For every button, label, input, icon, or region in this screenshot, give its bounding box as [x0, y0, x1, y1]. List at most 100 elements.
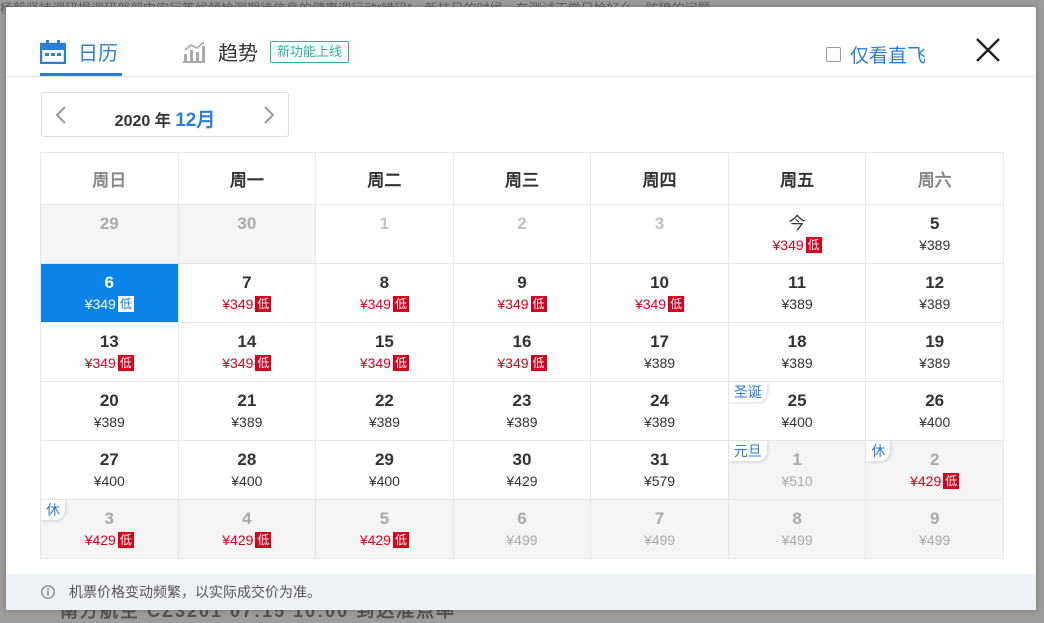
price-disclaimer-text: 机票价格变动频繁，以实际成交价为准。 — [69, 584, 321, 600]
calendar-day-cell: 2 — [452, 204, 592, 264]
calendar-day-cell[interactable]: 8 ¥499 — [727, 499, 867, 559]
calendar-day-cell[interactable]: 6 ¥349 低 — [40, 263, 179, 323]
price-calendar-grid: 周日 周一 周二 周三 周四 周五 周六 29 30 1 2 3 今 ¥349 低 5 ¥389 6 ¥349 低 7… — [40, 152, 1004, 559]
calendar-day-cell[interactable]: 6 ¥499 — [452, 499, 592, 559]
day-number: 28 — [237, 450, 257, 469]
day-price: ¥499 — [729, 531, 866, 549]
calendar-day-cell[interactable]: 24 ¥389 — [590, 381, 729, 441]
calendar-day-cell[interactable]: 22 ¥389 — [315, 381, 454, 441]
price-value: ¥389 — [919, 355, 951, 371]
price-value: ¥499 — [643, 532, 676, 548]
calendar-day-cell[interactable]: 23 ¥389 — [452, 381, 592, 441]
price-value: ¥400 — [781, 414, 813, 430]
weekday-header: 周日 — [40, 152, 179, 205]
month-navigator: 2020 年 12月 — [41, 92, 289, 137]
lowest-price-badge: 低 — [668, 296, 685, 312]
day-price: ¥400 — [729, 413, 866, 431]
close-button[interactable] — [973, 35, 1003, 65]
calendar-day-cell[interactable]: 21 ¥389 — [177, 381, 317, 441]
day-number: 20 — [99, 391, 119, 410]
day-price: ¥400 — [866, 413, 1003, 431]
calendar-day-cell[interactable]: 30 ¥429 — [452, 440, 592, 500]
day-number: 12 — [925, 273, 945, 292]
calendar-day-cell[interactable]: 休 2 ¥429 低 — [865, 440, 1004, 500]
day-number: 7 — [654, 509, 665, 528]
price-calendar-dialog: 日历 趋势 新功能上线 仅看直飞 2020 年 12月 周日 周一 周二 周三 … — [6, 7, 1036, 610]
calendar-day-cell[interactable]: 4 ¥429 低 — [177, 499, 317, 559]
calendar-day-cell[interactable]: 9 ¥499 — [865, 499, 1004, 559]
calendar-day-cell[interactable]: 15 ¥349 低 — [315, 322, 454, 382]
month-title: 2020 年 12月 — [42, 105, 288, 132]
calendar-day-cell[interactable]: 5 ¥429 低 — [315, 499, 454, 559]
lowest-price-badge: 低 — [255, 532, 272, 548]
tab-calendar-label: 日历 — [78, 43, 118, 65]
day-price: ¥349 低 — [729, 236, 866, 254]
direct-only-toggle[interactable]: 仅看直飞 — [826, 41, 926, 68]
month-value: 12月 — [175, 110, 216, 131]
calendar-icon — [40, 39, 66, 64]
next-month-button[interactable] — [258, 105, 278, 125]
calendar-day-cell[interactable]: 圣诞 25 ¥400 — [727, 381, 867, 441]
day-price: ¥349 低 — [179, 295, 316, 313]
lowest-price-badge: 低 — [392, 532, 409, 548]
lowest-price-badge: 低 — [255, 355, 272, 371]
calendar-day-cell[interactable]: 17 ¥389 — [590, 322, 729, 382]
calendar-day-cell[interactable]: 18 ¥389 — [727, 322, 867, 382]
day-price: ¥349 低 — [454, 354, 591, 372]
lowest-price-badge: 低 — [117, 355, 134, 371]
day-price: ¥389 — [729, 354, 866, 372]
holiday-tag: 休 — [866, 441, 891, 461]
calendar-day-cell[interactable]: 7 ¥499 — [590, 499, 729, 559]
tab-calendar[interactable]: 日历 — [40, 37, 118, 66]
calendar-day-cell[interactable]: 12 ¥389 — [865, 263, 1004, 323]
price-value: ¥429 — [910, 473, 942, 489]
day-number: 30 — [237, 214, 257, 233]
calendar-week-row: 13 ¥349 低 14 ¥349 低 15 ¥349 低 16 ¥349 低 17 ¥389 18 ¥389… — [40, 322, 1004, 382]
day-number: 13 — [99, 332, 119, 351]
day-number: 31 — [650, 450, 669, 469]
calendar-day-cell[interactable]: 元旦 1 ¥510 — [727, 440, 867, 500]
calendar-day-cell[interactable]: 28 ¥400 — [177, 440, 317, 500]
calendar-day-cell[interactable]: 20 ¥389 — [40, 381, 179, 441]
day-number: 29 — [99, 214, 119, 233]
calendar-day-cell[interactable]: 31 ¥579 — [590, 440, 729, 500]
calendar-day-cell[interactable]: 8 ¥349 低 — [315, 263, 454, 323]
direct-only-checkbox[interactable] — [826, 47, 841, 62]
bar-chart-icon — [183, 40, 205, 63]
price-value: ¥400 — [231, 473, 263, 489]
price-value: ¥389 — [919, 296, 951, 312]
calendar-day-cell[interactable]: 14 ¥349 低 — [177, 322, 317, 382]
price-value: ¥349 — [222, 355, 254, 371]
calendar-day-cell: 1 — [315, 204, 454, 264]
calendar-day-cell[interactable]: 10 ¥349 低 — [590, 263, 729, 323]
price-value: ¥389 — [231, 414, 263, 430]
price-value: ¥499 — [506, 532, 538, 548]
calendar-day-cell[interactable]: 7 ¥349 低 — [177, 263, 317, 323]
calendar-day-cell[interactable]: 今 ¥349 低 — [727, 204, 867, 264]
tab-trend[interactable]: 趋势 新功能上线 — [182, 37, 350, 66]
day-price: ¥349 低 — [454, 295, 591, 313]
day-number: 16 — [512, 332, 532, 351]
weekday-header: 周四 — [590, 152, 729, 205]
calendar-week-row: 20 ¥389 21 ¥389 22 ¥389 23 ¥389 24 ¥389 圣诞 25 ¥400 26… — [40, 381, 1004, 441]
day-price: ¥429 低 — [316, 531, 453, 549]
day-number: 3 — [654, 214, 665, 233]
calendar-day-cell[interactable]: 9 ¥349 低 — [452, 263, 592, 323]
calendar-day-cell[interactable]: 16 ¥349 低 — [452, 322, 592, 382]
calendar-day-cell[interactable]: 5 ¥389 — [865, 204, 1004, 264]
day-number: 6 — [517, 509, 527, 528]
calendar-day-cell[interactable]: 休 3 ¥429 低 — [40, 499, 179, 559]
calendar-day-cell[interactable]: 29 ¥400 — [315, 440, 454, 500]
day-number: 21 — [237, 391, 257, 410]
calendar-day-cell[interactable]: 13 ¥349 低 — [40, 322, 179, 382]
day-number: 19 — [925, 332, 945, 351]
calendar-day-cell[interactable]: 11 ¥389 — [727, 263, 867, 323]
day-number: 5 — [379, 509, 390, 528]
calendar-day-cell[interactable]: 26 ¥400 — [865, 381, 1004, 441]
day-number: 4 — [242, 509, 252, 528]
day-number: 23 — [512, 391, 532, 410]
calendar-day-cell[interactable]: 19 ¥389 — [865, 322, 1004, 382]
price-value: ¥349 — [222, 296, 254, 312]
calendar-day-cell[interactable]: 27 ¥400 — [40, 440, 179, 500]
price-value: ¥429 — [506, 473, 538, 489]
